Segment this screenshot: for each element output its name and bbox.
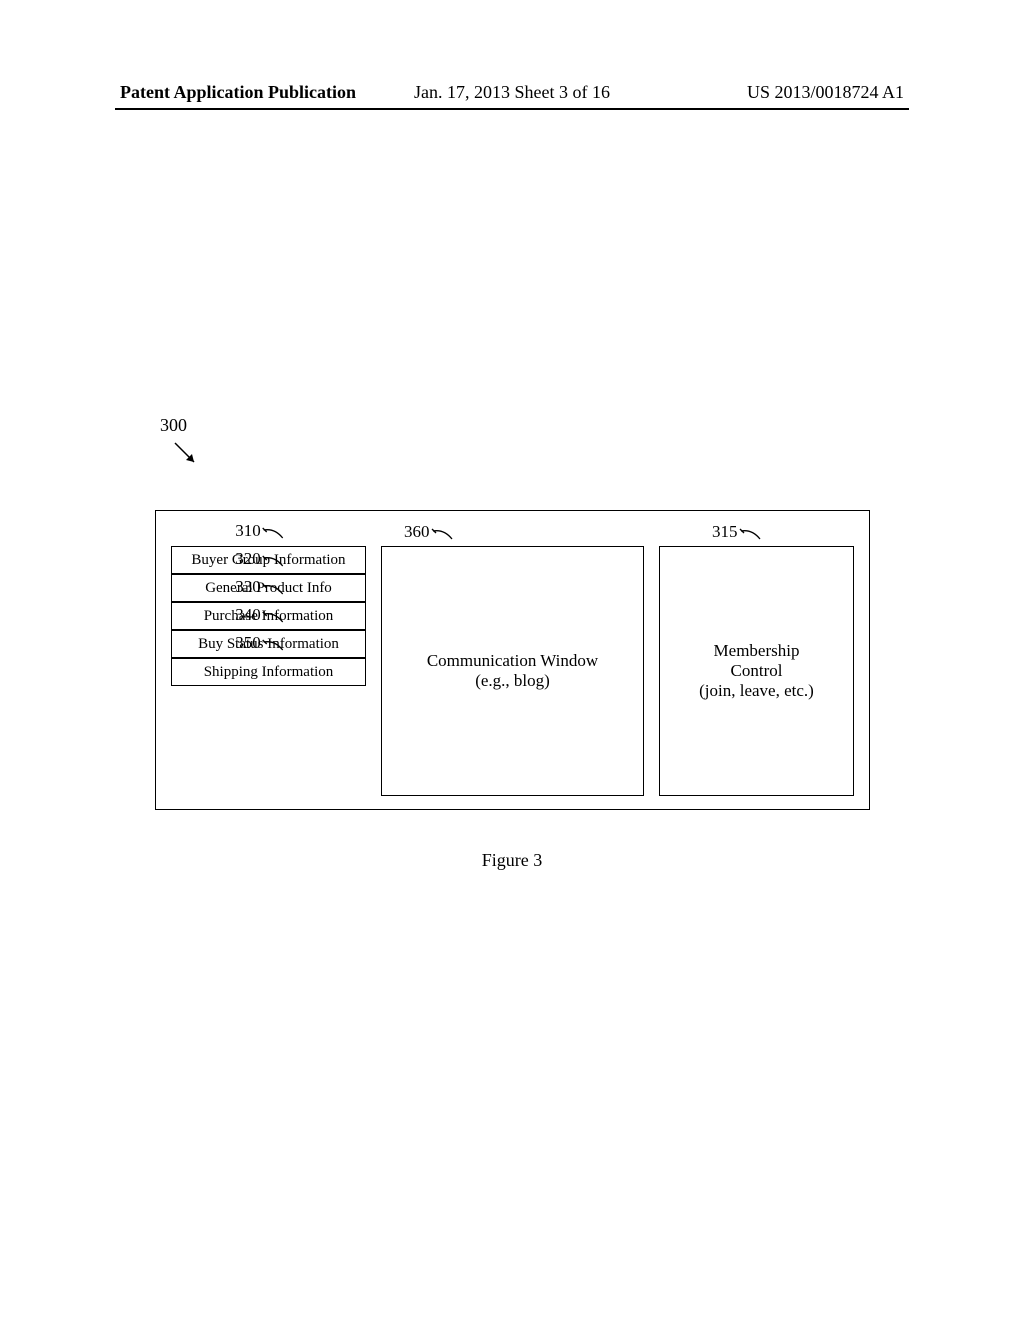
box-communication-window: 360 Communication Window (e.g., blog): [381, 546, 644, 796]
ref-340: 340: [235, 605, 291, 625]
box-360-line1: Communication Window: [427, 651, 598, 671]
ref-330: 330: [235, 577, 291, 597]
header-right: US 2013/0018724 A1: [747, 82, 904, 103]
box-315-line2: Control: [731, 661, 783, 681]
header-rule: [115, 108, 909, 110]
ref-315: 315: [712, 522, 768, 542]
box-shipping-info: Shipping Information: [171, 658, 366, 686]
box-315-line3: (join, leave, etc.): [699, 681, 814, 701]
ref-320-text: 320: [235, 549, 261, 569]
ref-315-text: 315: [712, 522, 738, 542]
page-header: Patent Application Publication Jan. 17, …: [0, 82, 1024, 103]
header-center: Jan. 17, 2013 Sheet 3 of 16: [414, 82, 610, 103]
box-membership-control: 315 Membership Control (join, leave, etc…: [659, 546, 854, 796]
figure-caption: Figure 3: [482, 850, 543, 871]
box-315-line1: Membership: [714, 641, 800, 661]
diagram-container: 310 Buyer Group Information 320 General …: [155, 510, 870, 810]
left-column: 310 Buyer Group Information 320 General …: [171, 546, 366, 794]
ref-330-text: 330: [235, 577, 261, 597]
header-left: Patent Application Publication: [120, 82, 356, 103]
ref-360: 360: [404, 522, 460, 542]
ref-310: 310: [235, 521, 291, 541]
ref-360-text: 360: [404, 522, 430, 542]
box-350-wrapper: 350 Shipping Information: [171, 658, 366, 686]
ref-340-text: 340: [235, 605, 261, 625]
ref-310-text: 310: [235, 521, 261, 541]
arrow-300-icon: [172, 440, 202, 475]
ref-320: 320: [235, 549, 291, 569]
reference-300-label: 300: [160, 415, 187, 436]
ref-350: 350: [235, 633, 291, 653]
ref-350-text: 350: [235, 633, 261, 653]
box-360-line2: (e.g., blog): [475, 671, 550, 691]
